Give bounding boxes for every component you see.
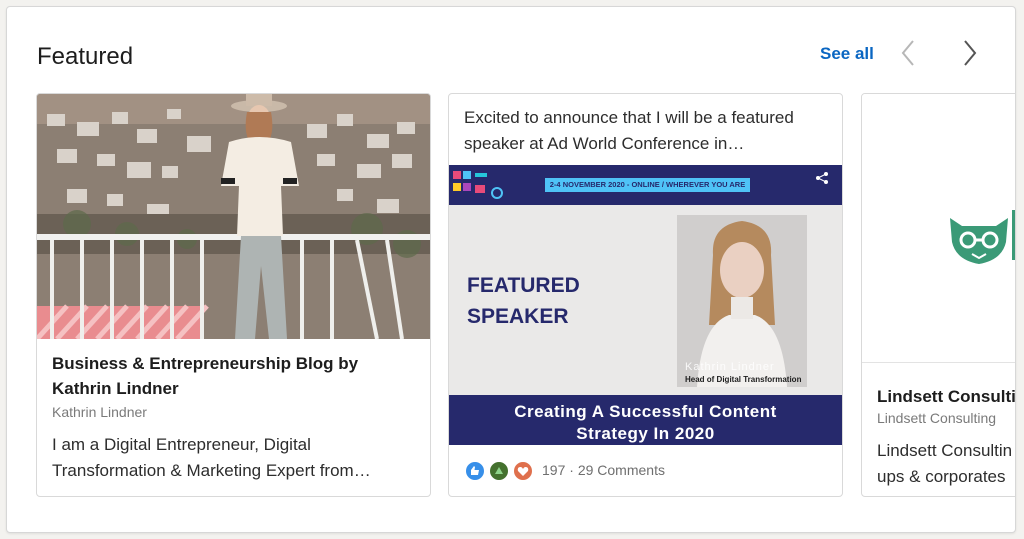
lindsett-logo-icon — [950, 218, 1008, 264]
like-icon — [465, 461, 485, 481]
separator-dot: · — [569, 462, 578, 478]
blog-cover-image — [37, 94, 430, 339]
post-text: Excited to announce that I will be a fea… — [464, 108, 794, 153]
card-author: Kathrin Lindner — [52, 404, 147, 420]
card-description-line-1: Lindsett Consultin — [877, 441, 1013, 460]
next-arrow-button[interactable] — [957, 37, 981, 69]
card-description-line-2: ups & corporates — [877, 467, 1006, 486]
banner-header: 2-4 NOVEMBER 2020 - ONLINE / WHEREVER YO… — [449, 165, 842, 205]
featured-section: Featured See all Business & Entrepreneur… — [6, 6, 1016, 533]
logo-wordmark-fragment — [1012, 210, 1015, 260]
card-title[interactable]: Lindsett Consulti — [877, 384, 1015, 409]
featured-card-blog[interactable]: Business & Entrepreneurship Blog by Kath… — [36, 93, 431, 497]
reaction-count: 197 — [542, 462, 566, 478]
speaker-role: Head of Digital Transformation — [685, 375, 802, 384]
share-icon — [816, 172, 828, 184]
comments-count[interactable]: 29 Comments — [578, 462, 665, 478]
featured-card-post[interactable]: Excited to announce that I will be a fea… — [448, 93, 843, 497]
chevron-right-icon — [964, 40, 977, 66]
celebrate-icon — [489, 461, 509, 481]
featured-line-2: SPEAKER — [467, 305, 569, 328]
chevron-left-icon — [901, 40, 914, 66]
banner-dates: 2-4 NOVEMBER 2020 - ONLINE / WHEREVER YO… — [549, 180, 746, 189]
reaction-stats[interactable]: 197 · 29 Comments — [542, 462, 665, 478]
banner-footer: Creating A Successful Content Strategy I… — [449, 395, 842, 445]
card-author: Lindsett Consulting — [877, 410, 997, 426]
featured-line-1: FEATURED — [467, 274, 580, 297]
see-all-link[interactable]: See all — [820, 44, 874, 64]
company-logo-area — [862, 94, 1015, 363]
featured-card-company[interactable]: Lindsett Consulti Lindsett Consulting Li… — [861, 93, 1015, 497]
card-title[interactable]: Business & Entrepreneurship Blog by Kath… — [52, 351, 422, 401]
talk-title-line-2: Strategy In 2020 — [576, 424, 715, 443]
speaker-banner-image: 2-4 NOVEMBER 2020 - ONLINE / WHEREVER YO… — [449, 165, 842, 445]
section-title: Featured — [37, 43, 134, 70]
conference-logo-icon — [453, 171, 503, 199]
talk-title-line-1: Creating A Successful Content — [514, 402, 777, 421]
card-description: I am a Digital Entrepreneur, Digital Tra… — [52, 435, 371, 480]
speaker-name: Kathrin Lindner — [685, 361, 775, 373]
love-icon — [513, 461, 533, 481]
previous-arrow-button[interactable] — [897, 37, 921, 69]
